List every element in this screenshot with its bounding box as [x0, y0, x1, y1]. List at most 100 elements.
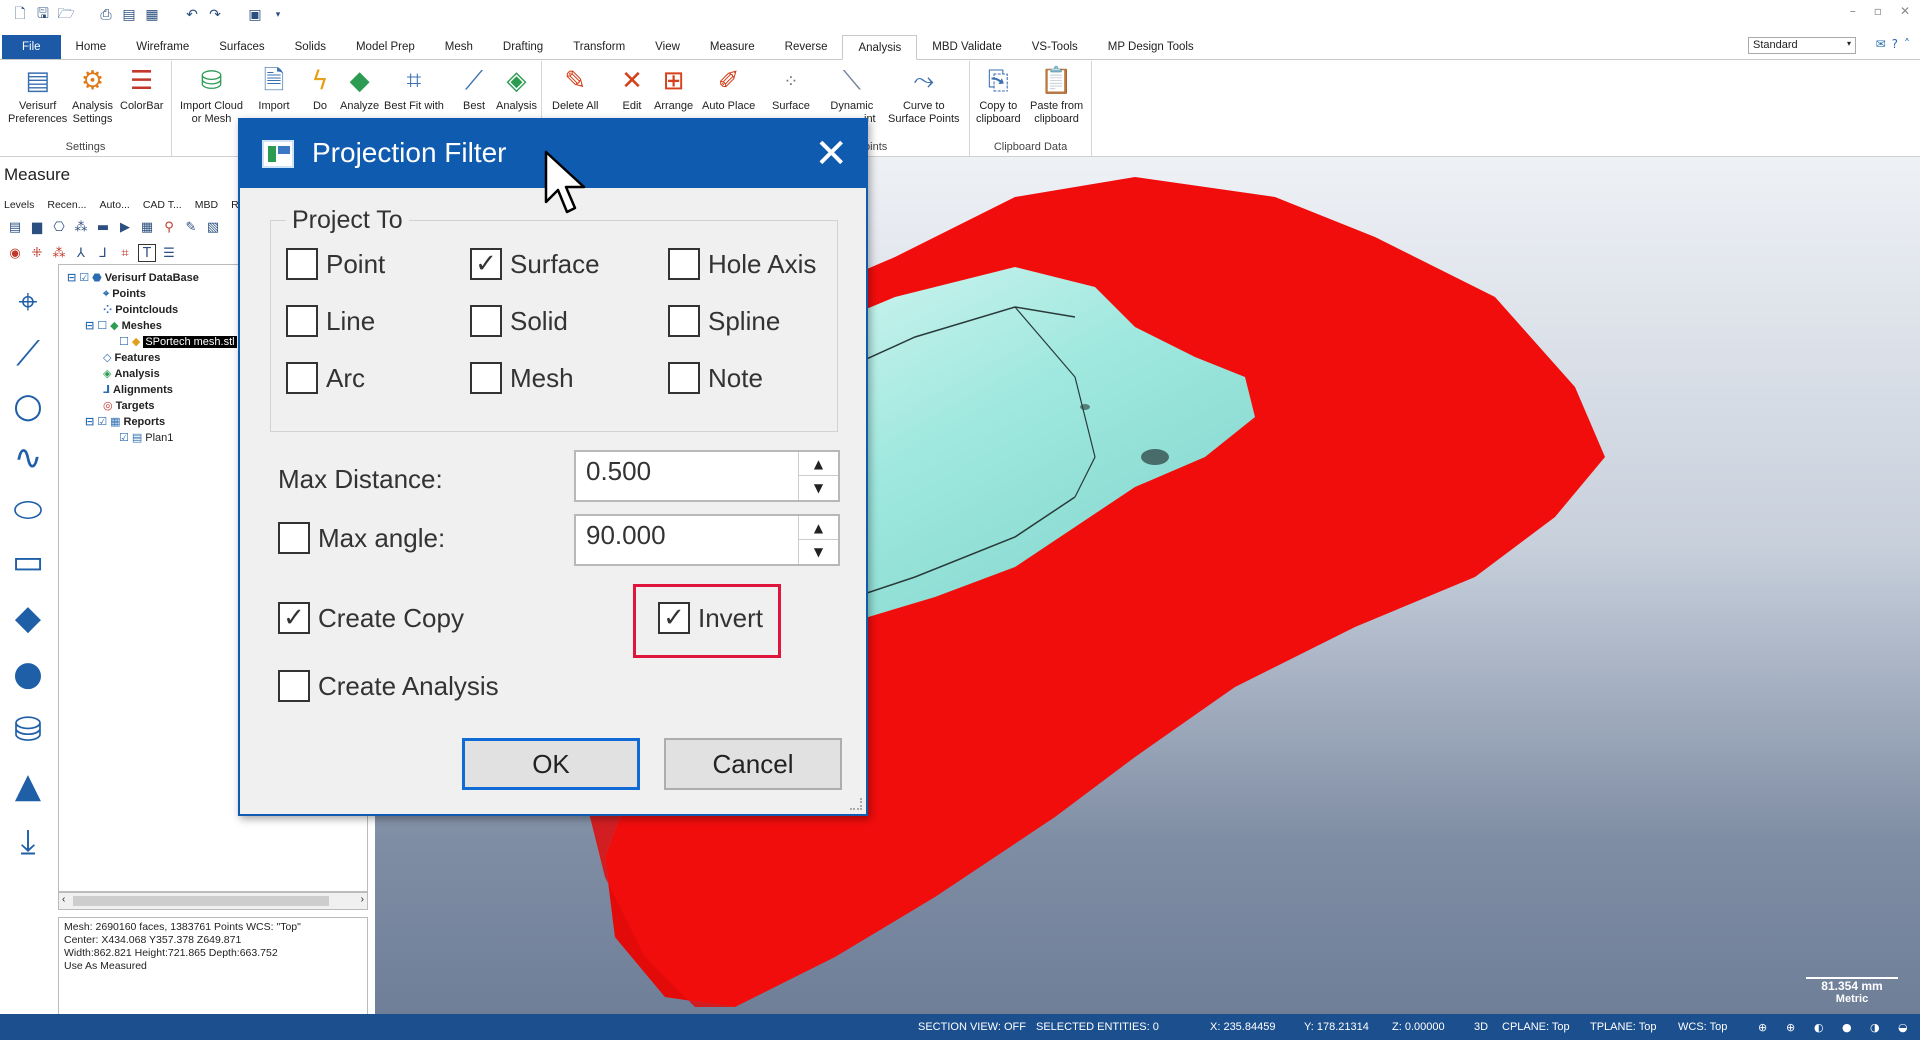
globe-icon[interactable]: ⊕: [1758, 1021, 1767, 1034]
checkbox-create-analysis[interactable]: Create Analysis: [278, 670, 499, 702]
line-tool-icon[interactable]: ⟋: [6, 332, 50, 376]
checkbox-surface[interactable]: ✓ Surface: [470, 248, 600, 280]
tree-item[interactable]: ☑ ▤ Plan1: [119, 431, 173, 444]
plane-tool-icon[interactable]: ◆: [6, 596, 50, 640]
target-icon[interactable]: ◉: [6, 244, 24, 262]
cone-tool-icon[interactable]: ▲: [6, 764, 50, 808]
checkbox-max-angle[interactable]: Max angle:: [278, 522, 445, 554]
save-icon[interactable]: 🖫: [35, 6, 51, 23]
spin-up-icon[interactable]: ▲: [799, 516, 838, 540]
scroll-left-icon[interactable]: ‹: [62, 894, 65, 905]
check-mark-icon[interactable]: ✓: [470, 248, 502, 280]
ok-button[interactable]: OK: [462, 738, 640, 790]
tree-item[interactable]: ⊟ ☑ ▦ Reports: [85, 415, 165, 428]
grid-icon[interactable]: ⌗: [116, 244, 134, 262]
surface-button[interactable]: ⁘ Surface: [772, 65, 810, 113]
tree-item[interactable]: ⊟ ☑ ⬣ Verisurf DataBase: [67, 271, 199, 284]
globe-alt-icon[interactable]: ⊕: [1786, 1021, 1795, 1034]
checkbox-note[interactable]: Note: [668, 362, 763, 394]
tab-mesh[interactable]: Mesh: [430, 35, 488, 59]
list-icon[interactable]: ☰: [160, 244, 178, 262]
print-icon[interactable]: ⎙: [98, 7, 114, 23]
tab-file[interactable]: File: [2, 35, 61, 59]
tab-view[interactable]: View: [640, 35, 695, 59]
slot-tool-icon[interactable]: ▭: [6, 540, 50, 584]
minimize-button[interactable]: –: [1850, 4, 1856, 18]
status-cplane[interactable]: CPLANE: Top: [1502, 1021, 1570, 1033]
tab-model-prep[interactable]: Model Prep: [341, 35, 430, 59]
play-icon[interactable]: ▶: [116, 218, 134, 236]
keyboard-icon[interactable]: ▬: [94, 218, 112, 236]
auto-place-button[interactable]: ✐ Auto Place: [702, 65, 755, 113]
tab-drafting[interactable]: Drafting: [488, 35, 558, 59]
subtab-recent[interactable]: Recen...: [47, 199, 86, 211]
tree-item[interactable]: ◇ Features: [103, 351, 160, 364]
tab-transform[interactable]: Transform: [558, 35, 640, 59]
scatter-icon[interactable]: ⁂: [50, 244, 68, 262]
undo-icon[interactable]: ↶: [184, 7, 200, 23]
redo-icon[interactable]: ↷: [207, 7, 223, 23]
subtab-levels[interactable]: Levels: [4, 199, 34, 211]
subtab-mbd[interactable]: MBD: [195, 199, 218, 211]
close-window-button[interactable]: ✕: [1900, 4, 1910, 18]
checkbox-icon[interactable]: ☐: [119, 335, 129, 348]
spin-down-icon[interactable]: ▼: [799, 540, 838, 564]
spline-tool-icon[interactable]: ∿: [6, 436, 50, 480]
workspace-select[interactable]: Standard ▾: [1748, 37, 1856, 54]
tab-wireframe[interactable]: Wireframe: [121, 35, 204, 59]
ellipse-tool-icon[interactable]: ⬭: [6, 488, 50, 532]
tab-vs-tools[interactable]: VS-Tools: [1017, 35, 1093, 59]
status-tplane[interactable]: TPLANE: Top: [1590, 1021, 1656, 1033]
render-icon[interactable]: ◑: [1870, 1021, 1880, 1034]
message-icon[interactable]: ✉: [1876, 37, 1886, 51]
cylinder-tool-icon[interactable]: ⛁: [6, 708, 50, 752]
analysis-button[interactable]: ◈ Analysis: [496, 65, 537, 113]
checkbox-box[interactable]: [668, 362, 700, 394]
edit-button[interactable]: ✕ Edit: [616, 65, 648, 113]
point-tool-icon[interactable]: ⌖: [6, 280, 50, 324]
tree-item[interactable]: ☐ ◆ SPortech mesh.stl: [119, 335, 237, 348]
window-icon[interactable]: ▆: [28, 218, 46, 236]
checkbox-icon[interactable]: ☑: [119, 431, 129, 444]
delete-all-button[interactable]: ✎ Delete All: [552, 65, 598, 113]
tree-item[interactable]: ◎ Targets: [103, 399, 155, 412]
checkbox-box[interactable]: [286, 362, 318, 394]
tab-solids[interactable]: Solids: [280, 35, 341, 59]
tree-horizontal-scrollbar[interactable]: ‹ ›: [58, 892, 368, 910]
analysis-settings-button[interactable]: ⚙ Analysis Settings: [72, 65, 113, 126]
tab-home[interactable]: Home: [61, 35, 122, 59]
checkbox-line[interactable]: Line: [286, 305, 375, 337]
tree-item[interactable]: ⅃ Alignments: [103, 383, 173, 396]
settings-icon[interactable]: ◒: [1898, 1021, 1908, 1034]
checkbox-icon[interactable]: ☑: [97, 415, 107, 428]
max-distance-input[interactable]: 0.500: [586, 456, 651, 487]
sphere-tool-icon[interactable]: ●: [6, 652, 50, 696]
help-icon[interactable]: ?: [1892, 37, 1898, 51]
checkbox-arc[interactable]: Arc: [286, 362, 365, 394]
subtab-auto[interactable]: Auto...: [99, 199, 129, 211]
frame-icon[interactable]: ⅃: [94, 244, 112, 262]
sphere-icon[interactable]: ●: [1842, 1021, 1852, 1034]
max-angle-spinner[interactable]: 90.000 ▲ ▼: [574, 514, 840, 566]
check-mark-icon[interactable]: ✓: [658, 602, 690, 634]
checkbox-create-copy[interactable]: ✓ Create Copy: [278, 602, 464, 634]
checkbox-spline[interactable]: Spline: [668, 305, 780, 337]
do-button[interactable]: ϟ Do: [304, 65, 336, 113]
checkbox-box[interactable]: [286, 248, 318, 280]
check-mark-icon[interactable]: ✓: [278, 602, 310, 634]
open-icon[interactable]: 🗁: [57, 6, 74, 23]
cancel-button[interactable]: Cancel: [664, 738, 842, 790]
points-icon[interactable]: ⁜: [28, 244, 46, 262]
checkbox-box[interactable]: [470, 305, 502, 337]
print-preview-icon[interactable]: ▤: [121, 7, 137, 23]
expand-icon[interactable]: ⊟: [85, 415, 94, 428]
max-angle-input[interactable]: 90.000: [586, 520, 666, 551]
tab-reverse[interactable]: Reverse: [770, 35, 843, 59]
shading-icon[interactable]: ◐: [1814, 1021, 1824, 1034]
spin-up-icon[interactable]: ▲: [799, 452, 838, 476]
tab-measure[interactable]: Measure: [695, 35, 770, 59]
copy-to-clipboard-button[interactable]: ⎘ Copy to clipboard: [976, 65, 1021, 126]
checkbox-box[interactable]: [668, 248, 700, 280]
tab-mp-design-tools[interactable]: MP Design Tools: [1093, 35, 1209, 59]
tree-item[interactable]: ◈ Analysis: [103, 367, 160, 380]
